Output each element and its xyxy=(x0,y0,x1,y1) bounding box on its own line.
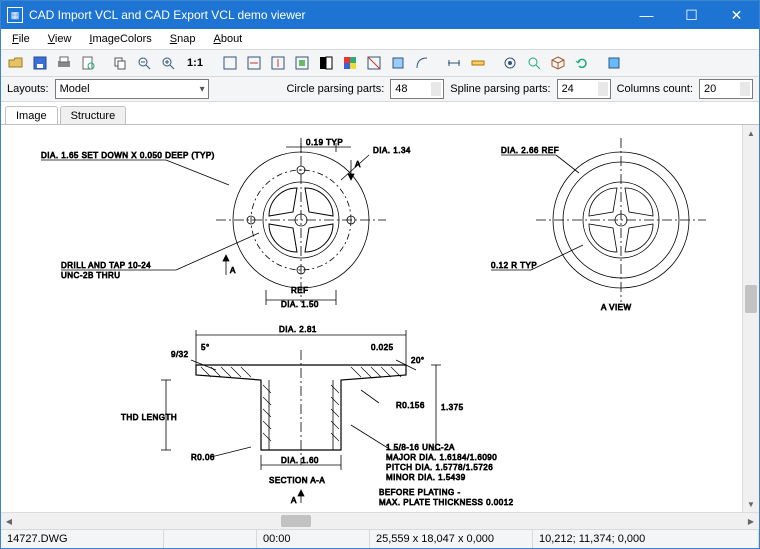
svg-text:THD LENGTH: THD LENGTH xyxy=(121,413,177,422)
circle-parts-input[interactable]: 48▲▼ xyxy=(390,79,444,99)
search-icon[interactable] xyxy=(523,52,545,74)
svg-text:1.375: 1.375 xyxy=(441,403,464,412)
svg-text:DIA. 1.50: DIA. 1.50 xyxy=(281,300,319,309)
fit-selection-icon[interactable] xyxy=(291,52,313,74)
svg-text:A: A xyxy=(291,496,297,505)
spline-parts-input[interactable]: 24▲▼ xyxy=(557,79,611,99)
svg-text:A: A xyxy=(230,266,236,275)
drawing-canvas[interactable]: 0.19 TYP DIA. 1.34 A A DIA. 1.65 SET DOW… xyxy=(1,125,742,512)
svg-text:0.12 R TYP: 0.12 R TYP xyxy=(491,261,537,270)
menu-imagecolors[interactable]: ImageColorsImageColors xyxy=(82,30,158,48)
print-preview-icon[interactable] xyxy=(77,52,99,74)
circle-parts-label: Circle parsing parts: xyxy=(286,83,384,95)
status-time: 00:00 xyxy=(257,530,370,548)
menu-view[interactable]: ViewView xyxy=(41,30,79,48)
menu-file[interactable]: FFileile xyxy=(5,30,37,48)
svg-text:DIA. 1.65 SET DOWN X 0.050 DEE: DIA. 1.65 SET DOWN X 0.050 DEEP (TYP) xyxy=(41,151,215,160)
svg-text:DIA. 2.66 REF: DIA. 2.66 REF xyxy=(501,146,559,155)
content-area: 0.19 TYP DIA. 1.34 A A DIA. 1.65 SET DOW… xyxy=(1,124,759,512)
svg-text:20°: 20° xyxy=(411,356,425,365)
svg-text:0.025: 0.025 xyxy=(371,343,394,352)
spline-parts-label: Spline parsing parts: xyxy=(450,83,550,95)
horizontal-scrollbar[interactable]: ◀ ▶ xyxy=(1,512,759,529)
toolbar: 1:1 xyxy=(1,50,759,77)
status-dimensions: 25,559 x 18,047 x 0,000 xyxy=(370,530,533,548)
app-icon: ▦ xyxy=(7,7,23,23)
svg-text:DRILL AND TAP 10-24: DRILL AND TAP 10-24 xyxy=(61,261,151,270)
status-coords: 10,212; 11,374; 0,000 xyxy=(533,530,759,548)
svg-text:REF: REF xyxy=(291,286,309,295)
bw-icon[interactable] xyxy=(315,52,337,74)
tab-image[interactable]: Image xyxy=(5,106,58,125)
scroll-thumb[interactable] xyxy=(745,285,757,313)
tab-structure[interactable]: Structure xyxy=(60,106,127,125)
svg-text:MINOR DIA. 1.5439: MINOR DIA. 1.5439 xyxy=(386,473,466,482)
svg-text:DIA. 2.81: DIA. 2.81 xyxy=(279,325,317,334)
scroll-thumb[interactable] xyxy=(281,515,311,527)
svg-text:SECTION A-A: SECTION A-A xyxy=(269,476,325,485)
menu-about[interactable]: AboutAbout xyxy=(206,30,249,48)
zoom-out-icon[interactable] xyxy=(133,52,155,74)
svg-text:DIA. 1.60: DIA. 1.60 xyxy=(281,456,319,465)
status-blank xyxy=(164,530,257,548)
menubar: FFileile ViewView ImageColorsImageColors… xyxy=(1,29,759,50)
titlebar[interactable]: ▦ CAD Import VCL and CAD Export VCL demo… xyxy=(1,1,759,29)
params-bar: Layouts: Model Circle parsing parts: 48▲… xyxy=(1,77,759,102)
refresh-icon[interactable] xyxy=(571,52,593,74)
3d-icon[interactable] xyxy=(547,52,569,74)
zoom-in-icon[interactable] xyxy=(157,52,179,74)
statusbar: 14727.DWG 00:00 25,559 x 18,047 x 0,000 … xyxy=(1,529,759,548)
svg-text:R0.156: R0.156 xyxy=(396,401,425,410)
scroll-up-icon[interactable]: ▲ xyxy=(743,125,759,141)
app-window: ▦ CAD Import VCL and CAD Export VCL demo… xyxy=(0,0,760,549)
svg-text:9/32: 9/32 xyxy=(171,350,189,359)
svg-text:5°: 5° xyxy=(201,343,210,352)
layouts-combo[interactable]: Model xyxy=(55,79,209,99)
svg-text:0.19 TYP: 0.19 TYP xyxy=(306,138,343,147)
print-icon[interactable] xyxy=(53,52,75,74)
ruler-icon[interactable] xyxy=(467,52,489,74)
invert-icon[interactable] xyxy=(363,52,385,74)
draw-tool-icon[interactable] xyxy=(387,52,409,74)
fit-window-icon[interactable] xyxy=(219,52,241,74)
fit-height-icon[interactable] xyxy=(267,52,289,74)
svg-text:BEFORE PLATING -: BEFORE PLATING - xyxy=(379,488,461,497)
columns-count-input[interactable]: 20▲▼ xyxy=(699,79,753,99)
open-icon[interactable] xyxy=(5,52,27,74)
help-icon[interactable] xyxy=(603,52,625,74)
cad-drawing: 0.19 TYP DIA. 1.34 A A DIA. 1.65 SET DOW… xyxy=(1,125,741,512)
vertical-scrollbar[interactable]: ▲ ▼ xyxy=(742,125,759,512)
zoom-1to1-button[interactable]: 1:1 xyxy=(181,52,209,74)
scroll-down-icon[interactable]: ▼ xyxy=(743,496,759,512)
menu-snap[interactable]: SnapSnap xyxy=(163,30,203,48)
scroll-right-icon[interactable]: ▶ xyxy=(743,513,759,529)
copy-icon[interactable] xyxy=(109,52,131,74)
svg-text:A: A xyxy=(355,160,361,169)
status-filename: 14727.DWG xyxy=(1,530,164,548)
close-button[interactable]: ✕ xyxy=(714,1,759,29)
save-icon[interactable] xyxy=(29,52,51,74)
minimize-button[interactable]: — xyxy=(624,1,669,29)
layouts-label: Layouts: xyxy=(7,83,49,95)
tabs: Image Structure xyxy=(1,102,759,124)
svg-text:1 5/8-16 UNC-2A: 1 5/8-16 UNC-2A xyxy=(386,443,455,452)
fit-width-icon[interactable] xyxy=(243,52,265,74)
svg-text:MAJOR DIA. 1.6184/1.6090: MAJOR DIA. 1.6184/1.6090 xyxy=(386,453,497,462)
color-icon[interactable] xyxy=(339,52,361,74)
svg-text:R0.06: R0.06 xyxy=(191,453,215,462)
columns-count-label: Columns count: xyxy=(617,83,693,95)
svg-text:UNC-2B THRU: UNC-2B THRU xyxy=(61,271,121,280)
scroll-left-icon[interactable]: ◀ xyxy=(1,513,17,529)
window-title: CAD Import VCL and CAD Export VCL demo v… xyxy=(29,8,624,22)
dimension-icon[interactable] xyxy=(443,52,465,74)
svg-text:PITCH DIA. 1.5778/1.5726: PITCH DIA. 1.5778/1.5726 xyxy=(386,463,493,472)
svg-text:A VIEW: A VIEW xyxy=(601,303,632,312)
draw-arc-icon[interactable] xyxy=(411,52,433,74)
maximize-button[interactable]: ☐ xyxy=(669,1,714,29)
svg-text:MAX. PLATE THICKNESS 0.0012: MAX. PLATE THICKNESS 0.0012 xyxy=(379,498,514,507)
svg-text:DIA. 1.34: DIA. 1.34 xyxy=(373,146,411,155)
options-icon[interactable] xyxy=(499,52,521,74)
